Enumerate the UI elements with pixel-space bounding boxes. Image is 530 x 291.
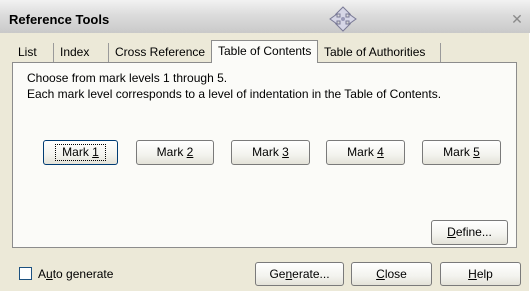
tab-table-of-contents[interactable]: Table of Contents	[211, 40, 318, 63]
auto-generate-label[interactable]: Auto generate	[38, 267, 113, 281]
instruction-text-2: Each mark level corresponds to a level o…	[27, 87, 442, 101]
mark-5-button[interactable]: Mark 5	[422, 140, 501, 165]
mnemonic: 1	[92, 145, 99, 159]
button-label: Mark	[252, 145, 283, 159]
label-part: Ge	[269, 267, 286, 281]
button-label: Mark	[156, 145, 187, 159]
button-label: Mark	[62, 145, 93, 159]
label-part: erate...	[292, 267, 330, 281]
button-label: Mark	[347, 145, 378, 159]
tab-index[interactable]: Index	[54, 43, 109, 62]
label-part: lose	[384, 267, 407, 281]
label-part: to generate	[52, 267, 114, 281]
label-part: A	[38, 267, 47, 281]
instruction-text-1: Choose from mark levels 1 through 5.	[27, 71, 228, 85]
mnemonic: 5	[473, 145, 480, 159]
tab-table-of-authorities[interactable]: Table of Authorities	[318, 43, 441, 62]
mnemonic: 2	[186, 145, 194, 159]
auto-generate-checkbox[interactable]	[19, 267, 32, 280]
tab-label: Cross Reference	[115, 45, 206, 59]
mnemonic: D	[447, 225, 456, 239]
mnemonic: 4	[377, 145, 384, 159]
mark-4-button[interactable]: Mark 4	[326, 140, 405, 165]
button-label: efine...	[455, 225, 492, 239]
mnemonic: u	[46, 267, 53, 281]
mnemonic: H	[468, 267, 477, 281]
close-window-icon[interactable]: ✕	[508, 10, 526, 28]
title-bar[interactable]: Reference Tools ✕	[0, 0, 530, 33]
tab-cross-reference[interactable]: Cross Reference	[109, 43, 211, 62]
mark-3-button[interactable]: Mark 3	[231, 140, 310, 165]
window-title: Reference Tools	[9, 12, 110, 27]
mnemonic: 3	[282, 145, 289, 159]
move-cursor-icon	[329, 6, 357, 32]
label-part: elp	[476, 267, 493, 281]
mark-1-button[interactable]: Mark 1	[43, 140, 118, 165]
tab-label: List	[18, 45, 37, 59]
tab-label: Table of Authorities	[324, 45, 426, 59]
close-button[interactable]: Close	[351, 262, 432, 286]
generate-button[interactable]: Generate...	[255, 262, 344, 286]
mnemonic: C	[376, 267, 385, 281]
button-label: Mark	[443, 145, 474, 159]
reference-tools-dialog: Reference Tools ✕ List Index Cross Refer…	[0, 0, 530, 291]
table-of-contents-panel: Choose from mark levels 1 through 5. Eac…	[12, 62, 517, 248]
tab-list[interactable]: List	[12, 43, 54, 62]
tab-label: Index	[60, 45, 90, 59]
tab-label: Table of Contents	[218, 44, 312, 58]
help-button[interactable]: Help	[440, 262, 521, 286]
define-button[interactable]: Define...	[431, 220, 508, 245]
bottom-bar: Auto generate Generate... Close Help	[0, 258, 530, 291]
mark-2-button[interactable]: Mark 2	[136, 140, 214, 165]
